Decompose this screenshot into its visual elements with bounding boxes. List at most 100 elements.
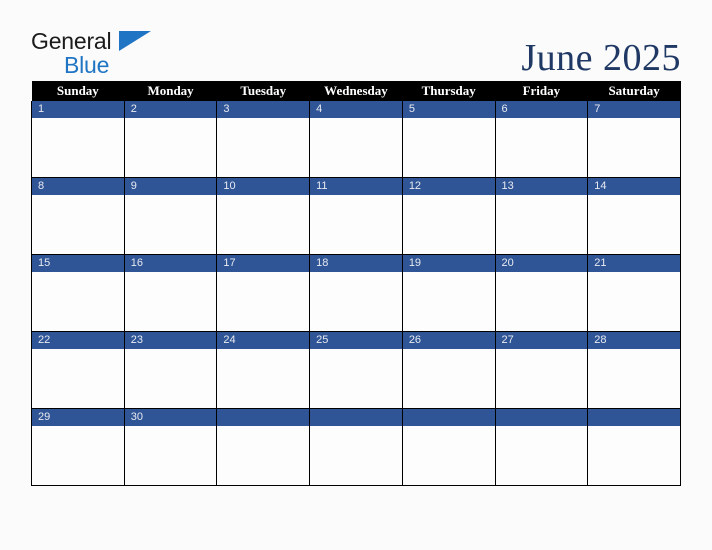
calendar-week-row: 1 2 3 4 5 6 7 [31,101,681,178]
day-number [217,409,310,426]
day-number: 28 [588,332,680,349]
day-events-area[interactable] [403,195,495,254]
day-number: 16 [124,255,217,272]
day-events-area[interactable] [403,349,495,408]
page-header: General Blue June 2025 [31,20,681,80]
day-events-area[interactable] [310,349,402,408]
calendar-day-cell[interactable]: 19 [401,254,496,332]
day-events-area[interactable] [32,426,124,485]
calendar-day-cell[interactable]: 29 [31,408,125,486]
calendar-day-cell[interactable]: 30 [123,408,218,486]
weekday-header-friday: Friday [495,81,588,101]
day-number: 5 [402,101,495,118]
weekday-header-row: Sunday Monday Tuesday Wednesday Thursday… [31,81,681,101]
calendar-day-cell[interactable]: 7 [587,101,681,178]
weekday-header-sunday: Sunday [31,81,125,101]
calendar-day-cell[interactable]: 4 [309,101,403,178]
day-events-area[interactable] [588,272,680,331]
day-events-area[interactable] [32,118,124,177]
day-events-area[interactable] [310,272,402,331]
weekday-header-saturday: Saturday [587,81,681,101]
day-number: 9 [124,178,217,195]
day-events-area[interactable] [217,349,309,408]
calendar-day-cell[interactable]: 20 [494,254,589,332]
day-number: 23 [124,332,217,349]
day-events-area[interactable] [125,118,217,177]
day-events-area[interactable] [125,426,217,485]
calendar-day-cell[interactable]: 18 [309,254,403,332]
day-events-area[interactable] [496,272,588,331]
day-events-area[interactable] [403,426,495,485]
day-events-area[interactable] [403,272,495,331]
calendar-day-cell[interactable]: 13 [494,177,589,255]
day-events-area[interactable] [403,118,495,177]
calendar-week-row: 15 16 17 18 19 20 21 [31,254,681,332]
logo-line-two: Blue [31,52,181,78]
day-events-area[interactable] [32,272,124,331]
logo-text-general: General [31,28,112,54]
calendar-day-cell[interactable] [401,408,496,486]
day-number: 11 [310,178,402,195]
day-events-area[interactable] [310,118,402,177]
day-events-area[interactable] [496,118,588,177]
day-events-area[interactable] [217,426,309,485]
calendar-day-cell[interactable] [309,408,403,486]
calendar-day-cell[interactable]: 10 [216,177,311,255]
day-number: 6 [495,101,588,118]
day-events-area[interactable] [32,195,124,254]
calendar-day-cell[interactable] [494,408,589,486]
calendar-day-cell[interactable]: 15 [31,254,125,332]
day-number: 8 [32,178,124,195]
day-number: 26 [402,332,495,349]
day-events-area[interactable] [496,195,588,254]
calendar-day-cell[interactable]: 22 [31,331,125,409]
day-number: 1 [32,101,124,118]
calendar-week-row: 22 23 24 25 26 27 28 [31,331,681,409]
calendar-day-cell[interactable]: 12 [401,177,496,255]
calendar-day-cell[interactable]: 24 [216,331,311,409]
calendar-week-row: 29 30 [31,408,681,486]
day-events-area[interactable] [310,426,402,485]
calendar-day-cell[interactable]: 25 [309,331,403,409]
calendar-day-cell[interactable]: 11 [309,177,403,255]
day-number [402,409,495,426]
calendar-day-cell[interactable]: 14 [587,177,681,255]
day-events-area[interactable] [496,426,588,485]
calendar-day-cell[interactable]: 1 [31,101,125,178]
calendar-day-cell[interactable]: 5 [401,101,496,178]
brand-logo[interactable]: General Blue [31,28,181,78]
day-events-area[interactable] [588,195,680,254]
calendar-day-cell[interactable]: 9 [123,177,218,255]
day-number: 21 [588,255,680,272]
calendar-day-cell[interactable]: 6 [494,101,589,178]
calendar-day-cell[interactable]: 26 [401,331,496,409]
calendar-body: 1 2 3 4 5 6 7 8 9 10 11 12 13 14 15 16 1… [31,101,681,486]
calendar-day-cell[interactable]: 2 [123,101,218,178]
day-events-area[interactable] [125,349,217,408]
calendar-day-cell[interactable]: 16 [123,254,218,332]
day-events-area[interactable] [496,349,588,408]
day-events-area[interactable] [588,118,680,177]
day-events-area[interactable] [125,272,217,331]
day-number: 4 [310,101,402,118]
calendar-day-cell[interactable]: 27 [494,331,589,409]
calendar-day-cell[interactable]: 17 [216,254,311,332]
day-events-area[interactable] [217,272,309,331]
calendar-day-cell[interactable]: 23 [123,331,218,409]
day-events-area[interactable] [310,195,402,254]
day-number: 29 [32,409,124,426]
day-events-area[interactable] [32,349,124,408]
calendar-day-cell[interactable]: 3 [216,101,311,178]
day-events-area[interactable] [125,195,217,254]
day-events-area[interactable] [217,118,309,177]
calendar-day-cell[interactable] [216,408,311,486]
calendar-day-cell[interactable]: 28 [587,331,681,409]
day-events-area[interactable] [588,349,680,408]
day-number: 14 [588,178,680,195]
calendar-day-cell[interactable]: 8 [31,177,125,255]
logo-text-blue: Blue [64,52,110,78]
calendar-day-cell[interactable]: 21 [587,254,681,332]
day-events-area[interactable] [217,195,309,254]
day-events-area[interactable] [588,426,680,485]
calendar-day-cell[interactable] [587,408,681,486]
